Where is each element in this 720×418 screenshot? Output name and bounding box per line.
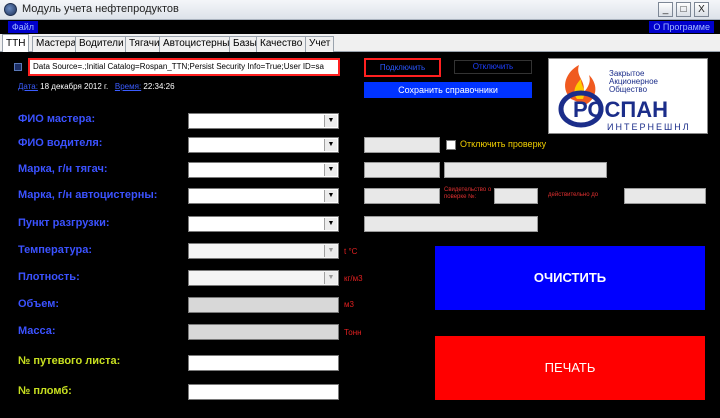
time-label: Время: [114,82,142,91]
waybill-label: № путевого листа: [18,355,121,367]
app-icon [4,3,17,16]
chevron-down-icon[interactable]: ▼ [324,164,337,176]
seals-label: № пломб: [18,385,72,397]
driver-label: ФИО водителя: [18,137,103,149]
connection-string-field[interactable]: Data Source=.;Initial Catalog=Rospan_TTN… [28,58,340,76]
volume-label: Объем: [18,298,59,310]
temperature-unit: t °C [344,247,358,256]
volume-field[interactable] [188,297,339,313]
print-button[interactable]: ПЕЧАТЬ [435,336,705,400]
driver-info-field[interactable] [364,137,440,153]
tanker-select[interactable]: ▼ [188,188,339,204]
certificate-label: Свидетельство о поверке №: [444,187,492,200]
tractor-select[interactable]: ▼ [188,162,339,178]
maximize-button[interactable]: □ [676,2,691,17]
mass-unit: Тонн [344,328,362,337]
close-button[interactable]: X [694,2,709,17]
density-label: Плотность: [18,271,80,283]
volume-unit: м3 [344,300,354,309]
tab-quality[interactable]: Качество [256,36,307,52]
tractor-label: Марка, г/н тягач: [18,163,108,175]
valid-until-label: действительно до [548,192,599,198]
date-value: 18 декабря 2012 г. [40,82,109,91]
tab-strip: ТТН Мастера Водители Тягачи Автоцистерны… [0,34,720,53]
tab-ttn[interactable]: ТТН [2,34,30,53]
tanker-info-field[interactable] [364,188,440,204]
time-value: 22:34:26 [143,82,175,91]
unloading-info-field[interactable] [364,216,538,232]
master-label: ФИО мастера: [18,113,96,125]
chevron-down-icon[interactable]: ▼ [324,139,337,151]
tractor-extra-field[interactable] [444,162,607,178]
menu-about[interactable]: О Программе [649,21,714,33]
logo-company-line-3: Общество [609,85,648,94]
mass-label: Масса: [18,325,56,337]
database-icon [14,63,22,71]
driver-select[interactable]: ▼ [188,137,339,153]
density-select[interactable]: ▼ [188,270,339,286]
tab-drivers[interactable]: Водители [75,36,128,52]
mass-field[interactable] [188,324,339,340]
disconnect-button[interactable]: Отключить [454,60,532,74]
company-logo: Закрытое Акционерное Общество РОСПАН ИНТ… [548,58,708,134]
tab-masters[interactable]: Мастера [32,36,81,52]
unloading-label: Пункт разгрузки: [18,217,110,229]
tractor-info-field[interactable] [364,162,440,178]
logo-subtitle: ИНТЕРНЕШНЛ [607,122,691,132]
disable-check-label: Отключить проверку [460,139,547,149]
logo-name: РОСПАН [573,97,668,122]
chevron-down-icon[interactable]: ▼ [324,245,337,257]
waybill-field[interactable] [188,355,339,371]
tab-tractors[interactable]: Тягачи [125,36,164,52]
valid-until-field[interactable] [624,188,706,204]
save-dictionaries-button[interactable]: Сохранить справочники [364,82,532,98]
master-select[interactable]: ▼ [188,113,339,129]
temperature-select[interactable]: ▼ [188,243,339,259]
window-title: Модуль учета нефтепродуктов [22,3,179,15]
datetime-row: Дата: 18 декабря 2012 г. Время: 22:34:26 [18,82,175,91]
title-bar: Модуль учета нефтепродуктов _ □ X [0,0,720,20]
chevron-down-icon[interactable]: ▼ [324,218,337,230]
rospan-logo-image: Закрытое Акционерное Общество РОСПАН ИНТ… [558,65,691,132]
disable-check-checkbox[interactable] [446,140,456,150]
date-label: Дата: [18,82,38,91]
tab-accounting[interactable]: Учет [305,36,335,52]
seals-field[interactable] [188,384,339,400]
minimize-button[interactable]: _ [658,2,673,17]
tanker-label: Марка, г/н автоцистерны: [18,189,158,201]
unloading-select[interactable]: ▼ [188,216,339,232]
chevron-down-icon[interactable]: ▼ [324,190,337,202]
certificate-field[interactable] [494,188,538,204]
chevron-down-icon[interactable]: ▼ [324,115,337,127]
chevron-down-icon[interactable]: ▼ [324,272,337,284]
temperature-label: Температура: [18,244,93,256]
clear-button[interactable]: ОЧИСТИТЬ [435,246,705,310]
menu-file[interactable]: Файл [8,21,38,33]
connect-button[interactable]: Подключить [364,58,441,77]
density-unit: кг/м3 [344,274,363,283]
tab-tankers[interactable]: Автоцистерны [159,36,234,52]
menu-bar: Файл О Программе [0,20,720,34]
